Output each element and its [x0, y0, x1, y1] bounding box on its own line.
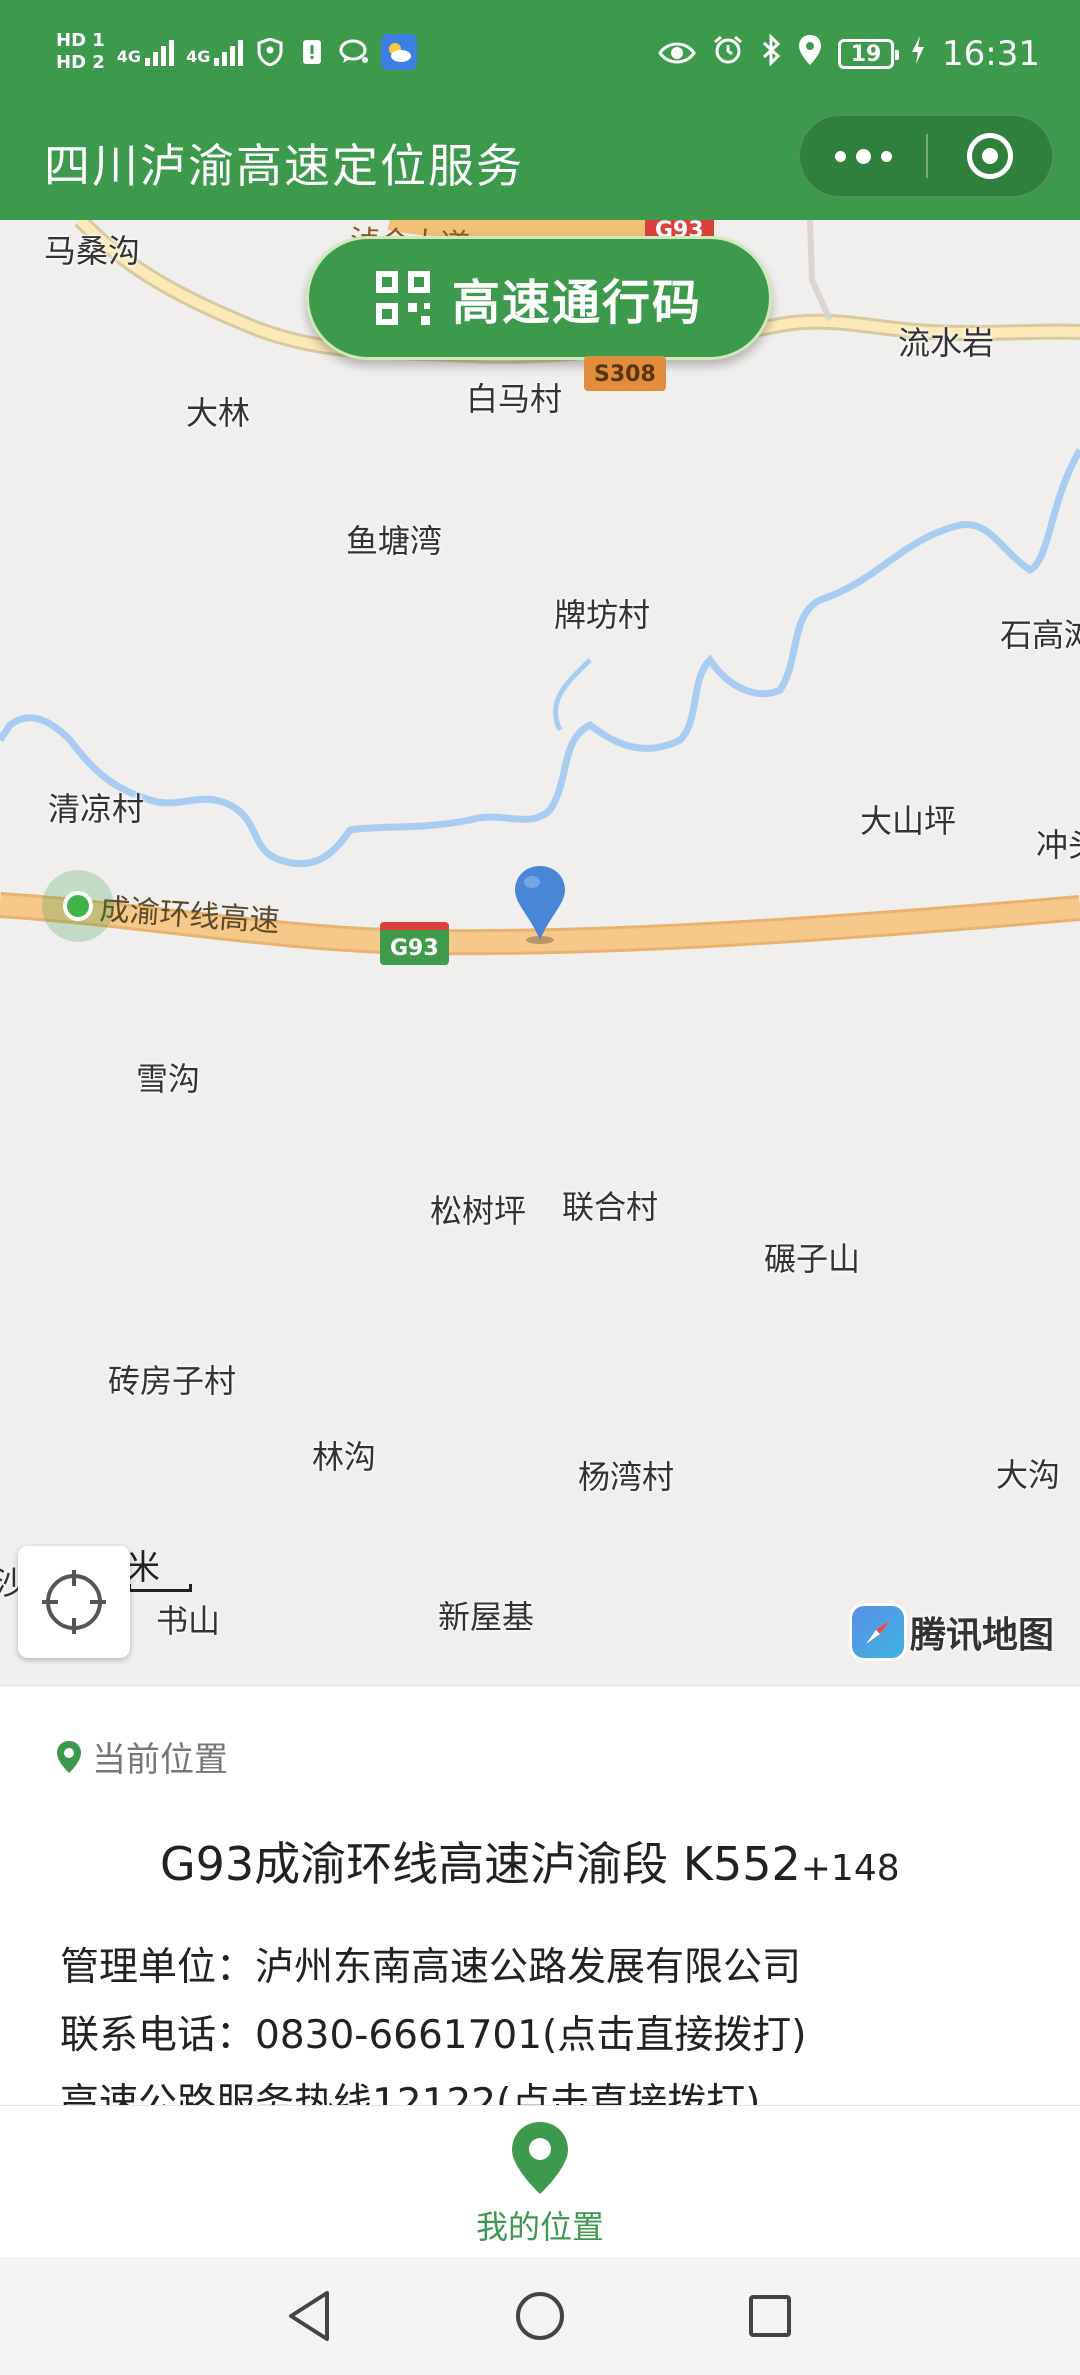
clock: 16:31 — [942, 34, 1040, 74]
location-info-panel: 当前位置 G93成渝环线高速泸渝段 K552+148 管理单位：泸州东南高速公路… — [0, 1685, 1080, 2126]
place-label: 碾子山 — [764, 1240, 861, 1278]
place-label: 鱼塘湾 — [346, 522, 443, 560]
place-label: 杨湾村 — [578, 1458, 675, 1496]
weather-icon — [381, 34, 418, 70]
place-label: 清凉村 — [48, 790, 145, 828]
place-label: 雪沟 — [136, 1060, 201, 1098]
manager-unit: 管理单位：泸州东南高速公路发展有限公司 — [60, 1945, 802, 1990]
eye-comfort-icon — [658, 35, 696, 73]
g93-shield: G93 — [380, 922, 449, 965]
more-button[interactable] — [800, 114, 926, 198]
recents-square-icon — [749, 2295, 791, 2337]
signal-icon-2: 4G — [186, 38, 244, 66]
location-icon — [798, 34, 822, 74]
place-label: 松树坪 — [430, 1192, 527, 1230]
crosshair-icon — [42, 1570, 106, 1634]
bluetooth-icon — [760, 33, 782, 74]
place-label: 联合村 — [562, 1188, 659, 1226]
back-button[interactable] — [275, 2281, 345, 2351]
status-bar: HD 1 HD 2 4G 4G 19 16:31 — [0, 0, 1080, 110]
app-header: 四川泸渝高速定位服务 — [0, 110, 1080, 220]
relocate-button[interactable] — [18, 1546, 130, 1658]
start-point-marker[interactable] — [42, 870, 114, 942]
phone-link[interactable]: 联系电话：0830-6661701(点击直接拨打) — [60, 2004, 806, 2060]
more-dot-icon — [834, 150, 846, 162]
dual-sim-indicator: HD 1 HD 2 — [56, 30, 105, 73]
sim-alert-icon — [297, 37, 327, 67]
place-label: 砖房子村 — [108, 1362, 237, 1400]
map-view[interactable]: 泸合大道 G93 高速通行码 S308 马桑沟 流水岩 大林 白马村 鱼塘湾 牌… — [0, 220, 1080, 1685]
compass-icon — [852, 1606, 904, 1658]
place-label: 大沟 — [996, 1456, 1061, 1494]
location-pin-icon — [57, 1740, 81, 1773]
place-label: 马桑沟 — [44, 232, 141, 270]
highway-passcode-button[interactable]: 高速通行码 — [306, 236, 772, 360]
route-stake: G93成渝环线高速泸渝段 K552+148 — [160, 1837, 900, 1891]
map-base — [0, 220, 1080, 956]
signal-icon: 4G — [117, 38, 175, 66]
tab-bar: 我的位置 — [0, 2105, 1080, 2257]
qrcode-icon — [375, 271, 430, 325]
message-icon — [339, 37, 369, 67]
place-label: 书山 — [156, 1602, 221, 1640]
target-close-icon — [966, 133, 1013, 179]
back-triangle-icon — [289, 2291, 329, 2341]
place-label: 新屋基 — [438, 1598, 535, 1636]
home-button[interactable] — [505, 2281, 575, 2351]
place-label: 林沟 — [312, 1438, 377, 1476]
place-label: 冲头 — [1036, 826, 1080, 864]
current-location-pin-icon[interactable] — [512, 864, 568, 944]
recents-button[interactable] — [735, 2281, 805, 2351]
system-nav-bar — [0, 2257, 1080, 2375]
place-label: 石高滩 — [1000, 616, 1080, 654]
more-dot-icon — [880, 150, 892, 162]
place-label: 流水岩 — [898, 324, 995, 362]
s308-shield: S308 — [584, 356, 666, 391]
place-label: 大山坪 — [860, 802, 957, 840]
charging-icon — [910, 35, 926, 73]
alarm-icon — [712, 34, 744, 74]
miniprogram-capsule — [798, 114, 1054, 198]
location-pin-icon — [512, 2122, 568, 2194]
place-label: 大林 — [186, 394, 251, 432]
more-dot-icon — [855, 148, 871, 164]
tencent-map-logo: 腾讯地图 — [852, 1606, 1054, 1658]
close-miniprogram-button[interactable] — [928, 114, 1052, 198]
battery-icon: 19 — [838, 39, 900, 69]
tab-my-location[interactable]: 我的位置 — [440, 2120, 640, 2250]
current-location-label: 当前位置 — [92, 1740, 228, 1780]
shield-icon — [255, 37, 285, 67]
place-label: 白马村 — [466, 380, 563, 418]
place-label: 牌坊村 — [554, 596, 651, 634]
page-title: 四川泸渝高速定位服务 — [44, 139, 524, 193]
home-circle-icon — [516, 2292, 564, 2340]
